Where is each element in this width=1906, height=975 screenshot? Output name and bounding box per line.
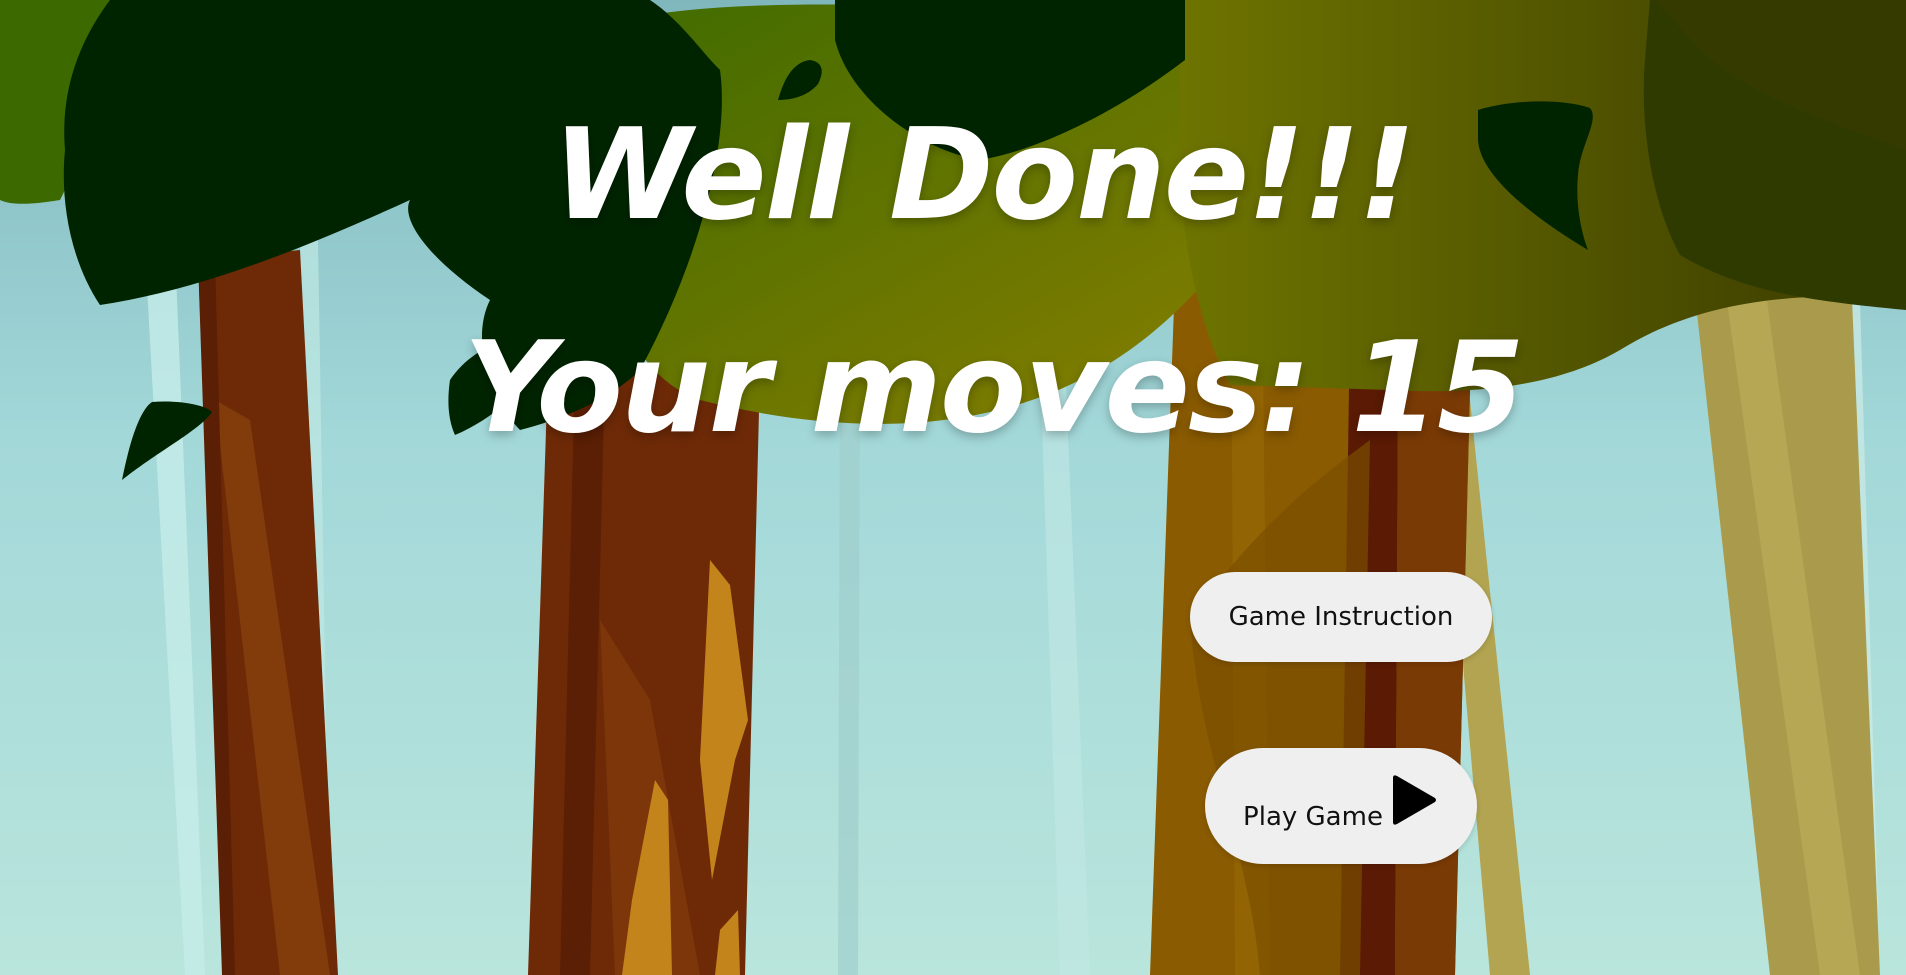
play-game-label: Play Game <box>1243 801 1383 832</box>
play-game-button[interactable]: Play Game <box>1205 748 1477 864</box>
play-triangle-icon <box>1392 774 1436 825</box>
game-end-screen: Well Done!!! Your moves: 15 Game Instruc… <box>0 0 1906 975</box>
moves-count: 15 <box>1351 314 1524 461</box>
well-done-heading: Well Done!!! <box>552 101 1415 248</box>
moves-summary: Your moves: 15 <box>0 318 1906 458</box>
moves-label: Your moves: <box>463 314 1311 461</box>
game-instruction-button[interactable]: Game Instruction <box>1190 572 1492 662</box>
